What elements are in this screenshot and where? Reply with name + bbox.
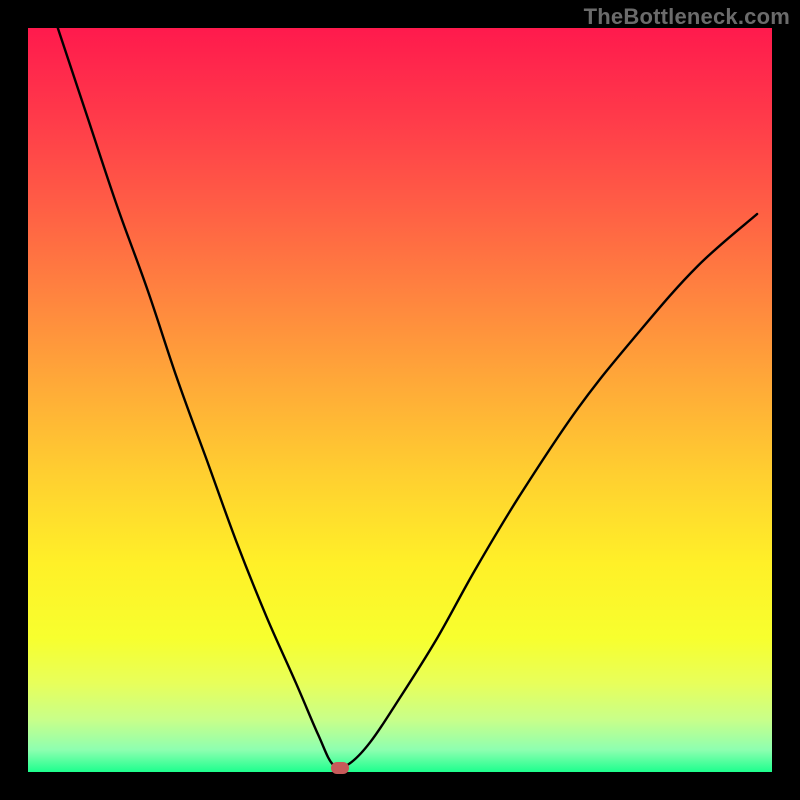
chart-frame: TheBottleneck.com [0,0,800,800]
plot-area [28,28,772,772]
watermark-text: TheBottleneck.com [584,4,790,30]
vertex-marker [331,762,349,774]
